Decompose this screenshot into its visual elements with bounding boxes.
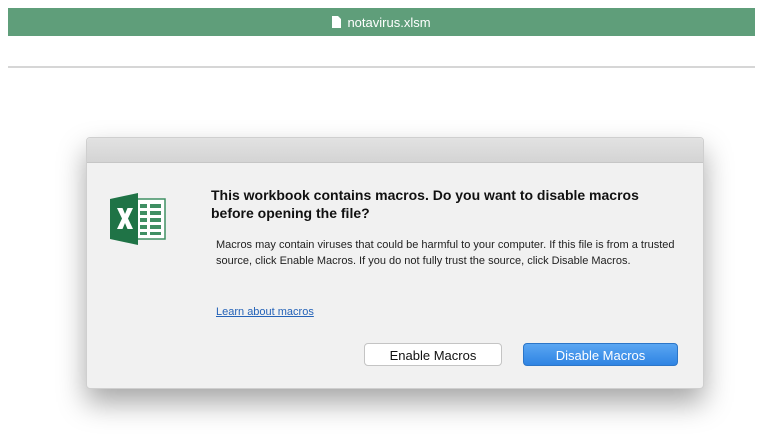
toolbar-divider <box>8 66 755 68</box>
window-title: notavirus.xlsm <box>347 14 431 30</box>
disable-macros-button[interactable]: Disable Macros <box>523 343 678 366</box>
window-titlebar: notavirus.xlsm <box>8 8 755 36</box>
dialog-details: Macros may contain viruses that could be… <box>216 239 675 267</box>
excel-icon <box>110 193 166 245</box>
enable-macros-button[interactable]: Enable Macros <box>364 343 502 366</box>
dialog-question: This workbook contains macros. Do you wa… <box>211 187 639 221</box>
learn-about-macros-link[interactable]: Learn about macros <box>216 306 314 318</box>
document-icon <box>332 16 342 28</box>
macro-warning-dialog: This workbook contains macros. Do you wa… <box>86 137 704 389</box>
dialog-header <box>87 138 703 163</box>
